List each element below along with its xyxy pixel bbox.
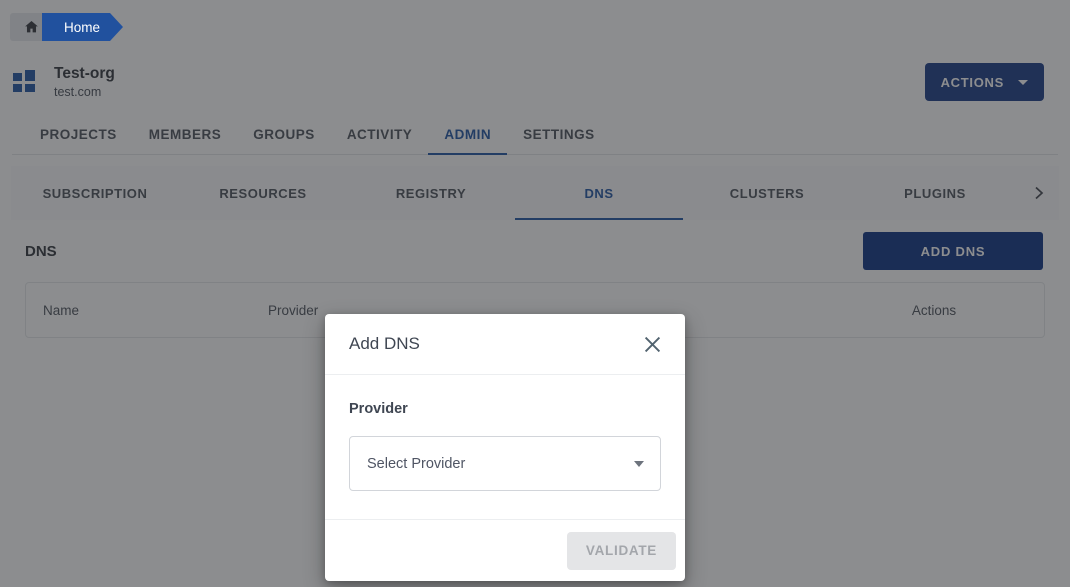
close-icon[interactable] (637, 329, 667, 359)
dialog-footer: VALIDATE (325, 519, 685, 581)
dialog-header: Add DNS (325, 314, 685, 375)
provider-select[interactable]: Select Provider (349, 436, 661, 491)
provider-select-value: Select Provider (367, 455, 466, 472)
validate-button[interactable]: VALIDATE (566, 531, 676, 570)
provider-field-label: Provider (349, 401, 408, 417)
breadcrumb-item-home[interactable]: Home (42, 13, 124, 41)
dialog-title: Add DNS (349, 334, 420, 353)
add-dns-dialog: Add DNS Provider Select Provider VALIDAT… (325, 314, 685, 581)
caret-down-icon (634, 460, 644, 467)
dialog-body: Provider Select Provider (325, 375, 685, 519)
breadcrumb-item-label: Home (64, 19, 101, 35)
